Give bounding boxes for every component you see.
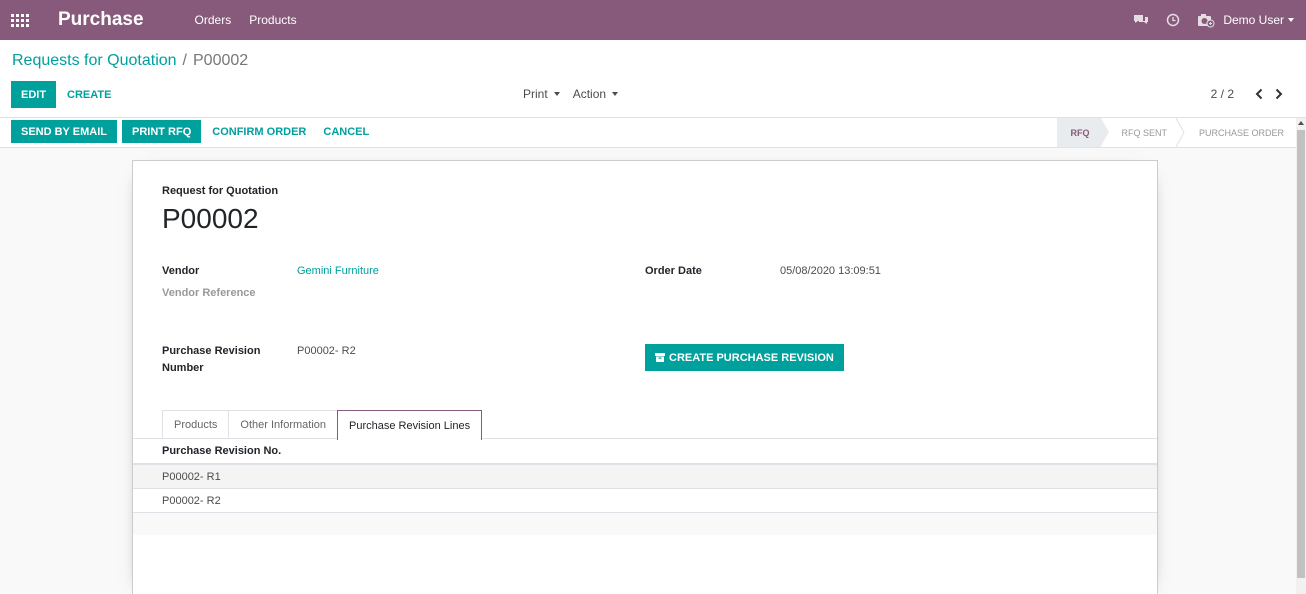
- purchase-revision-label-line-1: Purchase Revision: [162, 345, 261, 357]
- print-dropdown[interactable]: Print: [523, 87, 560, 101]
- breadcrumb-current: P00002: [193, 52, 249, 69]
- tab-purchase-revision-lines[interactable]: Purchase Revision Lines: [337, 410, 483, 440]
- purchase-revision-label: Purchase Revision Number: [162, 343, 260, 377]
- vendor-label: Vendor: [162, 265, 200, 277]
- print-rfq-button[interactable]: PRINT RFQ: [121, 120, 202, 143]
- table-row[interactable]: P00002- R1: [133, 465, 1157, 489]
- document-type-label: Request for Quotation: [162, 185, 279, 197]
- apps-grid-icon[interactable]: [11, 13, 29, 27]
- breadcrumb: Requests for Quotation / P00002: [12, 52, 248, 70]
- tab-other-information[interactable]: Other Information: [228, 410, 339, 439]
- camera-icon[interactable]: [1197, 12, 1215, 28]
- print-dropdown-label: Print: [523, 87, 548, 101]
- action-dropdown[interactable]: Action: [572, 87, 619, 101]
- send-by-email-button[interactable]: SEND BY EMAIL: [11, 120, 117, 143]
- pager-previous-button[interactable]: [1252, 87, 1266, 101]
- breadcrumb-parent[interactable]: Requests for Quotation: [12, 52, 177, 70]
- chevron-right-icon: [1275, 88, 1283, 100]
- create-purchase-revision-label: CREATE PURCHASE REVISION: [669, 351, 834, 364]
- status-stages: RFQ RFQ SENT PURCHASE ORDER: [1057, 118, 1296, 147]
- breadcrumb-separator: /: [182, 52, 187, 69]
- vendor-reference-label: Vendor Reference: [162, 287, 256, 299]
- scroll-thumb[interactable]: [1297, 130, 1305, 578]
- confirm-order-button[interactable]: CONFIRM ORDER: [206, 120, 312, 143]
- stage-rfq-sent-label: RFQ SENT: [1121, 127, 1167, 138]
- table-empty-row: [133, 513, 1157, 535]
- stage-purchase-order[interactable]: PURCHASE ORDER: [1179, 118, 1296, 147]
- stage-rfq-sent[interactable]: RFQ SENT: [1101, 118, 1185, 147]
- pager-next-button[interactable]: [1272, 87, 1286, 101]
- document-number: P00002: [162, 203, 259, 234]
- menu-products[interactable]: Products: [249, 13, 296, 27]
- user-caret-icon[interactable]: [1288, 18, 1294, 22]
- purchase-revision-field[interactable]: P00002- R2: [297, 345, 356, 357]
- control-panel: Requests for Quotation / P00002 EDIT CRE…: [0, 40, 1306, 118]
- menu-orders[interactable]: Orders: [195, 13, 232, 27]
- column-purchase-revision-no[interactable]: Purchase Revision No.: [162, 445, 281, 457]
- pager-value[interactable]: 2 / 2: [1211, 87, 1234, 101]
- edit-button[interactable]: EDIT: [11, 81, 57, 108]
- form-statusbar: SEND BY EMAIL PRINT RFQ CONFIRM ORDER CA…: [0, 118, 1296, 148]
- revision-cell: P00002- R1: [162, 470, 221, 483]
- top-navbar: Purchase Orders Products Demo User: [0, 0, 1306, 40]
- archive-icon: [655, 353, 665, 362]
- vertical-scrollbar[interactable]: [1296, 118, 1306, 594]
- caret-down-icon: [612, 92, 619, 96]
- pager: 2 / 2: [1211, 87, 1286, 101]
- form-sheet: Request for Quotation P00002 Vendor Gemi…: [132, 160, 1158, 594]
- chevron-left-icon: [1255, 88, 1263, 100]
- revision-cell: P00002- R2: [162, 494, 221, 507]
- notebook-tabs: Products Other Information Purchase Revi…: [162, 410, 483, 440]
- action-dropdown-label: Action: [572, 87, 607, 101]
- clock-icon[interactable]: [1165, 12, 1181, 28]
- tab-products[interactable]: Products: [162, 410, 230, 439]
- app-brand[interactable]: Purchase: [58, 9, 144, 31]
- table-header: Purchase Revision No.: [133, 439, 1157, 465]
- create-purchase-revision-button[interactable]: CREATE PURCHASE REVISION: [645, 344, 844, 371]
- user-menu[interactable]: Demo User: [1223, 13, 1284, 27]
- order-date-field[interactable]: 05/08/2020 13:09:51: [780, 265, 881, 277]
- vendor-field[interactable]: Gemini Furniture: [297, 265, 379, 277]
- scroll-up-arrow-icon[interactable]: [1298, 121, 1304, 125]
- stage-arrow-icon: [1175, 118, 1185, 147]
- purchase-revision-label-line-2: Number: [162, 362, 204, 374]
- chat-icon[interactable]: [1133, 12, 1149, 28]
- order-date-label: Order Date: [645, 265, 702, 277]
- caret-down-icon: [553, 92, 560, 96]
- create-button[interactable]: CREATE: [61, 81, 117, 108]
- cancel-button[interactable]: CANCEL: [317, 120, 375, 143]
- table-row[interactable]: P00002- R2: [133, 489, 1157, 513]
- stage-rfq[interactable]: RFQ: [1057, 118, 1110, 147]
